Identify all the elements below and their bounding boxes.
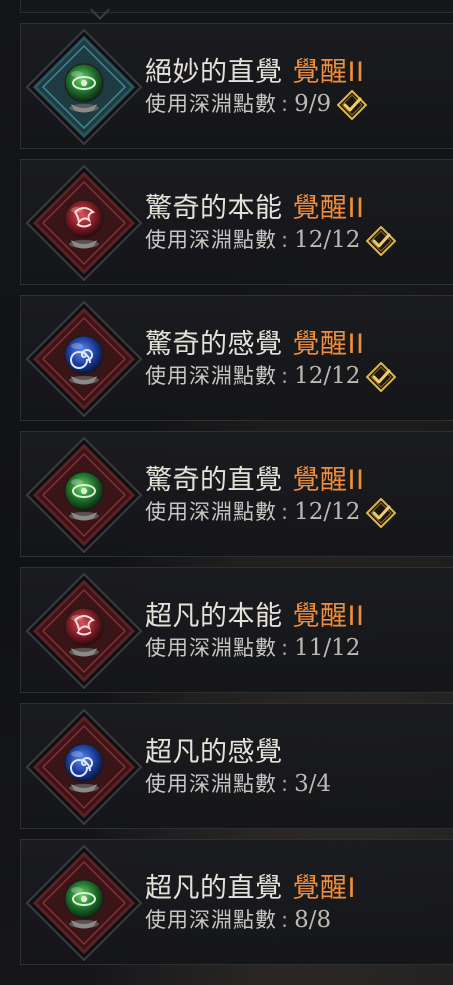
awaken-level: 覺醒II: [292, 465, 365, 496]
awaken-level: 覺醒I: [292, 873, 356, 904]
skill-info: 絕妙的直覺 覺醒II 使用深淵點數:9/9: [145, 56, 453, 120]
skill-card[interactable]: 驚奇的直覺 覺醒II 使用深淵點數:12/12: [20, 431, 453, 557]
points-value: 12/12: [294, 227, 361, 253]
claw-orb-emblem-icon: [25, 572, 143, 690]
skill-info: 超凡的直覺 覺醒I 使用深淵點數:8/8: [145, 872, 453, 934]
skill-name-row: 超凡的感覺: [145, 736, 453, 770]
points-separator: :: [281, 772, 289, 796]
skill-name-row: 絕妙的直覺 覺醒II: [145, 56, 453, 90]
skill-name-row: 驚奇的本能 覺醒II: [145, 192, 453, 226]
eye-orb-emblem-icon: [25, 844, 143, 962]
awaken-level: 覺醒II: [292, 329, 365, 360]
skill-name: 驚奇的本能: [145, 193, 283, 224]
points-value: 8/8: [294, 907, 332, 933]
points-row: 使用深淵點數:3/4: [145, 770, 453, 798]
awaken-level: 覺醒II: [292, 601, 365, 632]
points-separator: :: [281, 228, 289, 252]
points-label: 使用深淵點數: [145, 228, 277, 252]
skill-card[interactable]: 超凡的本能 覺醒II 使用深淵點數:11/12: [20, 567, 453, 693]
skill-name: 絕妙的直覺: [145, 57, 283, 88]
completed-check-icon: [366, 361, 397, 392]
completed-check-icon: [366, 497, 397, 528]
points-row: 使用深淵點數:12/12: [145, 361, 453, 392]
points-row: 使用深淵點數:12/12: [145, 225, 453, 256]
skill-card[interactable]: 絕妙的直覺 覺醒II 使用深淵點數:9/9: [20, 23, 453, 149]
points-separator: :: [281, 636, 289, 660]
skill-name-row: 超凡的直覺 覺醒I: [145, 872, 453, 906]
spiral-orb-emblem-icon: [25, 708, 143, 826]
points-label: 使用深淵點數: [145, 500, 277, 524]
skill-card[interactable]: 超凡的直覺 覺醒I 使用深淵點數:8/8: [20, 839, 453, 965]
points-value: 11/12: [294, 635, 361, 661]
skill-info: 驚奇的直覺 覺醒II 使用深淵點數:12/12: [145, 464, 453, 528]
skill-name: 驚奇的直覺: [145, 465, 283, 496]
skill-info: 驚奇的感覺 覺醒II 使用深淵點數:12/12: [145, 328, 453, 392]
skill-name: 超凡的本能: [145, 601, 283, 632]
claw-orb-emblem-icon: [25, 164, 143, 282]
points-separator: :: [281, 500, 289, 524]
skill-name-row: 超凡的本能 覺醒II: [145, 600, 453, 634]
eye-orb-emblem-icon: [25, 28, 143, 146]
points-label: 使用深淵點數: [145, 636, 277, 660]
points-separator: :: [281, 364, 289, 388]
points-row: 使用深淵點數:9/9: [145, 89, 453, 120]
skill-list: 絕妙的直覺 覺醒II 使用深淵點數:9/9 驚奇的本能 覺醒II 使用深淵點數:12/12…: [0, 0, 453, 985]
skill-card[interactable]: 驚奇的本能 覺醒II 使用深淵點數:12/12: [20, 159, 453, 285]
awaken-level: 覺醒II: [292, 193, 365, 224]
points-separator: :: [281, 908, 289, 932]
completed-check-icon: [366, 225, 397, 256]
skill-card[interactable]: 驚奇的感覺 覺醒II 使用深淵點數:12/12: [20, 295, 453, 421]
completed-check-icon: [337, 89, 368, 120]
eye-orb-emblem-icon: [25, 436, 143, 554]
skill-name: 超凡的感覺: [145, 737, 283, 768]
skill-info: 超凡的感覺 使用深淵點數:3/4: [145, 736, 453, 798]
points-row: 使用深淵點數:8/8: [145, 906, 453, 934]
points-value: 9/9: [294, 91, 332, 117]
spiral-orb-emblem-icon: [25, 300, 143, 418]
points-label: 使用深淵點數: [145, 772, 277, 796]
points-row: 使用深淵點數:12/12: [145, 497, 453, 528]
points-row: 使用深淵點數:11/12: [145, 634, 453, 662]
points-label: 使用深淵點數: [145, 364, 277, 388]
points-value: 3/4: [294, 771, 332, 797]
skill-name: 驚奇的感覺: [145, 329, 283, 360]
skill-info: 超凡的本能 覺醒II 使用深淵點數:11/12: [145, 600, 453, 662]
points-label: 使用深淵點數: [145, 92, 277, 116]
points-value: 12/12: [294, 499, 361, 525]
points-label: 使用深淵點數: [145, 908, 277, 932]
points-value: 12/12: [294, 363, 361, 389]
skill-name-row: 驚奇的直覺 覺醒II: [145, 464, 453, 498]
awaken-level: 覺醒II: [292, 57, 365, 88]
points-separator: :: [281, 92, 289, 116]
skill-name: 超凡的直覺: [145, 873, 283, 904]
skill-name-row: 驚奇的感覺 覺醒II: [145, 328, 453, 362]
skill-card[interactable]: 超凡的感覺 使用深淵點數:3/4: [20, 703, 453, 829]
skill-info: 驚奇的本能 覺醒II 使用深淵點數:12/12: [145, 192, 453, 256]
